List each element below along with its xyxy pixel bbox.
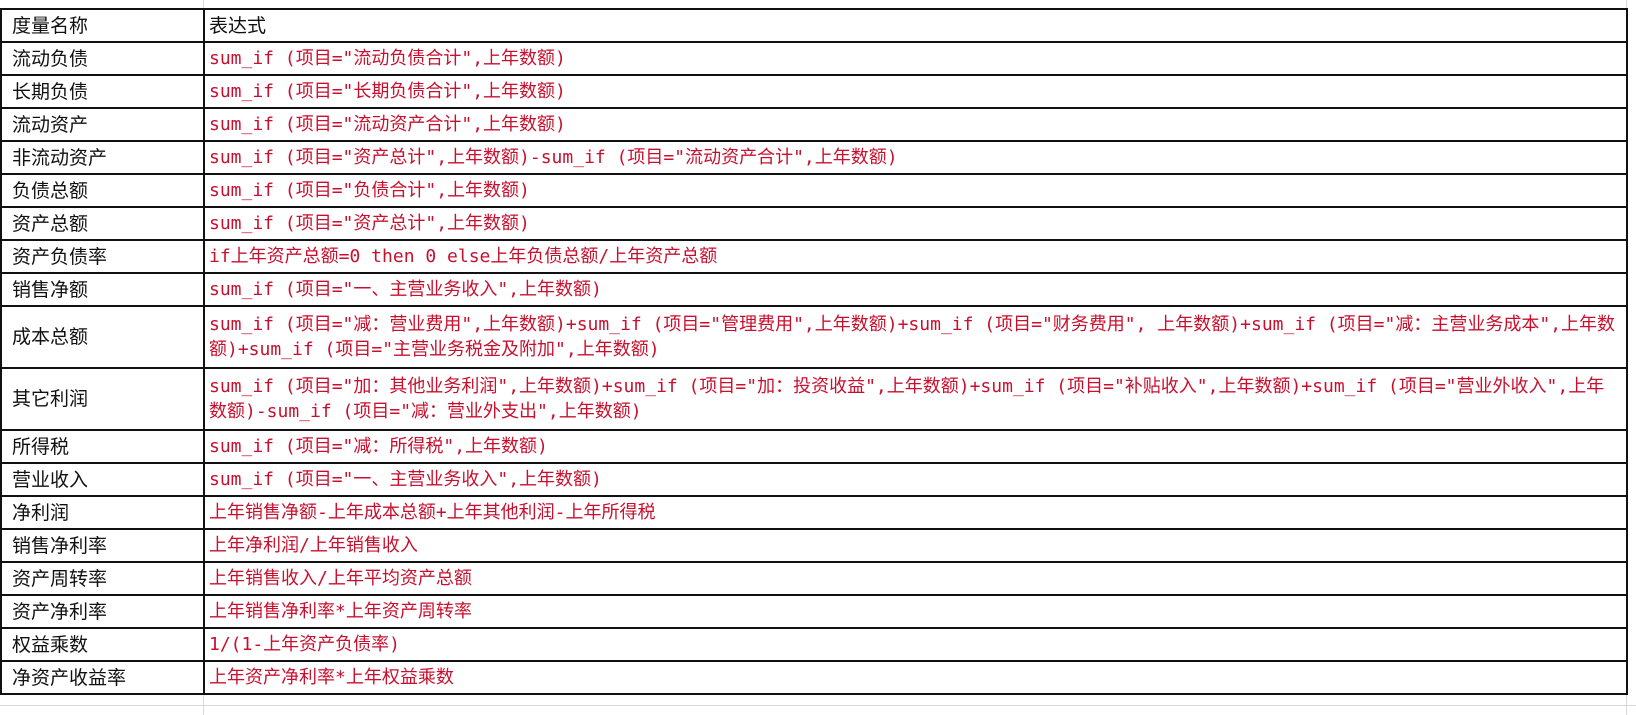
table-row: 净利润 上年销售净额-上年成本总额+上年其他利润-上年所得税 — [0, 495, 1628, 530]
expression-cell[interactable]: 上年销售净额-上年成本总额+上年其他利润-上年所得税 — [203, 495, 1628, 530]
table-row: 长期负债 sum_if (项目="长期负债合计",上年数额) — [0, 74, 1628, 109]
table-row: 销售净利率 上年净利润/上年销售收入 — [0, 528, 1628, 563]
measure-name-cell[interactable]: 流动负债 — [0, 41, 205, 76]
expression-cell[interactable]: sum_if (项目="流动资产合计",上年数额) — [203, 107, 1628, 142]
table-row: 净资产收益率 上年资产净利率*上年权益乘数 — [0, 660, 1628, 695]
measure-name-cell[interactable]: 资产总额 — [0, 206, 205, 241]
table-row: 资产周转率 上年销售收入/上年平均资产总额 — [0, 561, 1628, 596]
expression-cell[interactable]: if上年资产总额=0 then 0 else上年负债总额/上年资产总额 — [203, 239, 1628, 274]
table-row: 权益乘数 1/(1-上年资产负债率) — [0, 627, 1628, 662]
table-row: 资产总额 sum_if (项目="资产总计",上年数额) — [0, 206, 1628, 241]
table-row: 资产负债率 if上年资产总额=0 then 0 else上年负债总额/上年资产总… — [0, 239, 1628, 274]
expression-cell[interactable]: sum_if (项目="资产总计",上年数额)-sum_if (项目="流动资产… — [203, 140, 1628, 175]
table-row: 资产净利率 上年销售净利率*上年资产周转率 — [0, 594, 1628, 629]
sheet-gridline — [0, 705, 1636, 706]
table-row: 营业收入 sum_if (项目="一、主营业务收入",上年数额) — [0, 462, 1628, 497]
expression-cell[interactable]: sum_if (项目="减：营业费用",上年数额)+sum_if (项目="管理… — [203, 305, 1628, 369]
measure-name-cell[interactable]: 所得税 — [0, 429, 205, 464]
measure-name-cell[interactable]: 资产周转率 — [0, 561, 205, 596]
measure-name-cell[interactable]: 成本总额 — [0, 305, 205, 369]
table-row: 成本总额 sum_if (项目="减：营业费用",上年数额)+sum_if (项… — [0, 305, 1628, 369]
expression-cell[interactable]: 上年净利润/上年销售收入 — [203, 528, 1628, 563]
measure-table: 度量名称 表达式 流动负债 sum_if (项目="流动负债合计",上年数额) … — [0, 8, 1628, 695]
table-row: 非流动资产 sum_if (项目="资产总计",上年数额)-sum_if (项目… — [0, 140, 1628, 175]
expression-cell[interactable]: 1/(1-上年资产负债率) — [203, 627, 1628, 662]
measure-name-cell[interactable]: 流动资产 — [0, 107, 205, 142]
header-expression[interactable]: 表达式 — [203, 8, 1628, 43]
measure-name-cell[interactable]: 销售净额 — [0, 272, 205, 307]
expression-cell[interactable]: sum_if (项目="长期负债合计",上年数额) — [203, 74, 1628, 109]
table-row: 负债总额 sum_if (项目="负债合计",上年数额) — [0, 173, 1628, 208]
measure-name-cell[interactable]: 资产净利率 — [0, 594, 205, 629]
measure-name-cell[interactable]: 资产负债率 — [0, 239, 205, 274]
expression-cell[interactable]: sum_if (项目="一、主营业务收入",上年数额) — [203, 272, 1628, 307]
expression-cell[interactable]: sum_if (项目="负债合计",上年数额) — [203, 173, 1628, 208]
measure-name-cell[interactable]: 销售净利率 — [0, 528, 205, 563]
expression-cell[interactable]: 上年销售收入/上年平均资产总额 — [203, 561, 1628, 596]
header-measure-name[interactable]: 度量名称 — [0, 8, 205, 43]
measure-name-cell[interactable]: 净资产收益率 — [0, 660, 205, 695]
expression-cell[interactable]: 上年资产净利率*上年权益乘数 — [203, 660, 1628, 695]
expression-cell[interactable]: 上年销售净利率*上年资产周转率 — [203, 594, 1628, 629]
measure-name-cell[interactable]: 非流动资产 — [0, 140, 205, 175]
measure-name-cell[interactable]: 净利润 — [0, 495, 205, 530]
expression-cell[interactable]: sum_if (项目="一、主营业务收入",上年数额) — [203, 462, 1628, 497]
measure-name-cell[interactable]: 长期负债 — [0, 74, 205, 109]
expression-cell[interactable]: sum_if (项目="减：所得税",上年数额) — [203, 429, 1628, 464]
measure-name-cell[interactable]: 权益乘数 — [0, 627, 205, 662]
expression-cell[interactable]: sum_if (项目="流动负债合计",上年数额) — [203, 41, 1628, 76]
table-row: 其它利润 sum_if (项目="加：其他业务利润",上年数额)+sum_if … — [0, 367, 1628, 431]
table-row: 销售净额 sum_if (项目="一、主营业务收入",上年数额) — [0, 272, 1628, 307]
measure-name-cell[interactable]: 负债总额 — [0, 173, 205, 208]
measure-name-cell[interactable]: 营业收入 — [0, 462, 205, 497]
table-row: 流动资产 sum_if (项目="流动资产合计",上年数额) — [0, 107, 1628, 142]
table-row: 流动负债 sum_if (项目="流动负债合计",上年数额) — [0, 41, 1628, 76]
measure-name-cell[interactable]: 其它利润 — [0, 367, 205, 431]
expression-cell[interactable]: sum_if (项目="资产总计",上年数额) — [203, 206, 1628, 241]
header-row: 度量名称 表达式 — [0, 8, 1628, 43]
table-row: 所得税 sum_if (项目="减：所得税",上年数额) — [0, 429, 1628, 464]
expression-cell[interactable]: sum_if (项目="加：其他业务利润",上年数额)+sum_if (项目="… — [203, 367, 1628, 431]
